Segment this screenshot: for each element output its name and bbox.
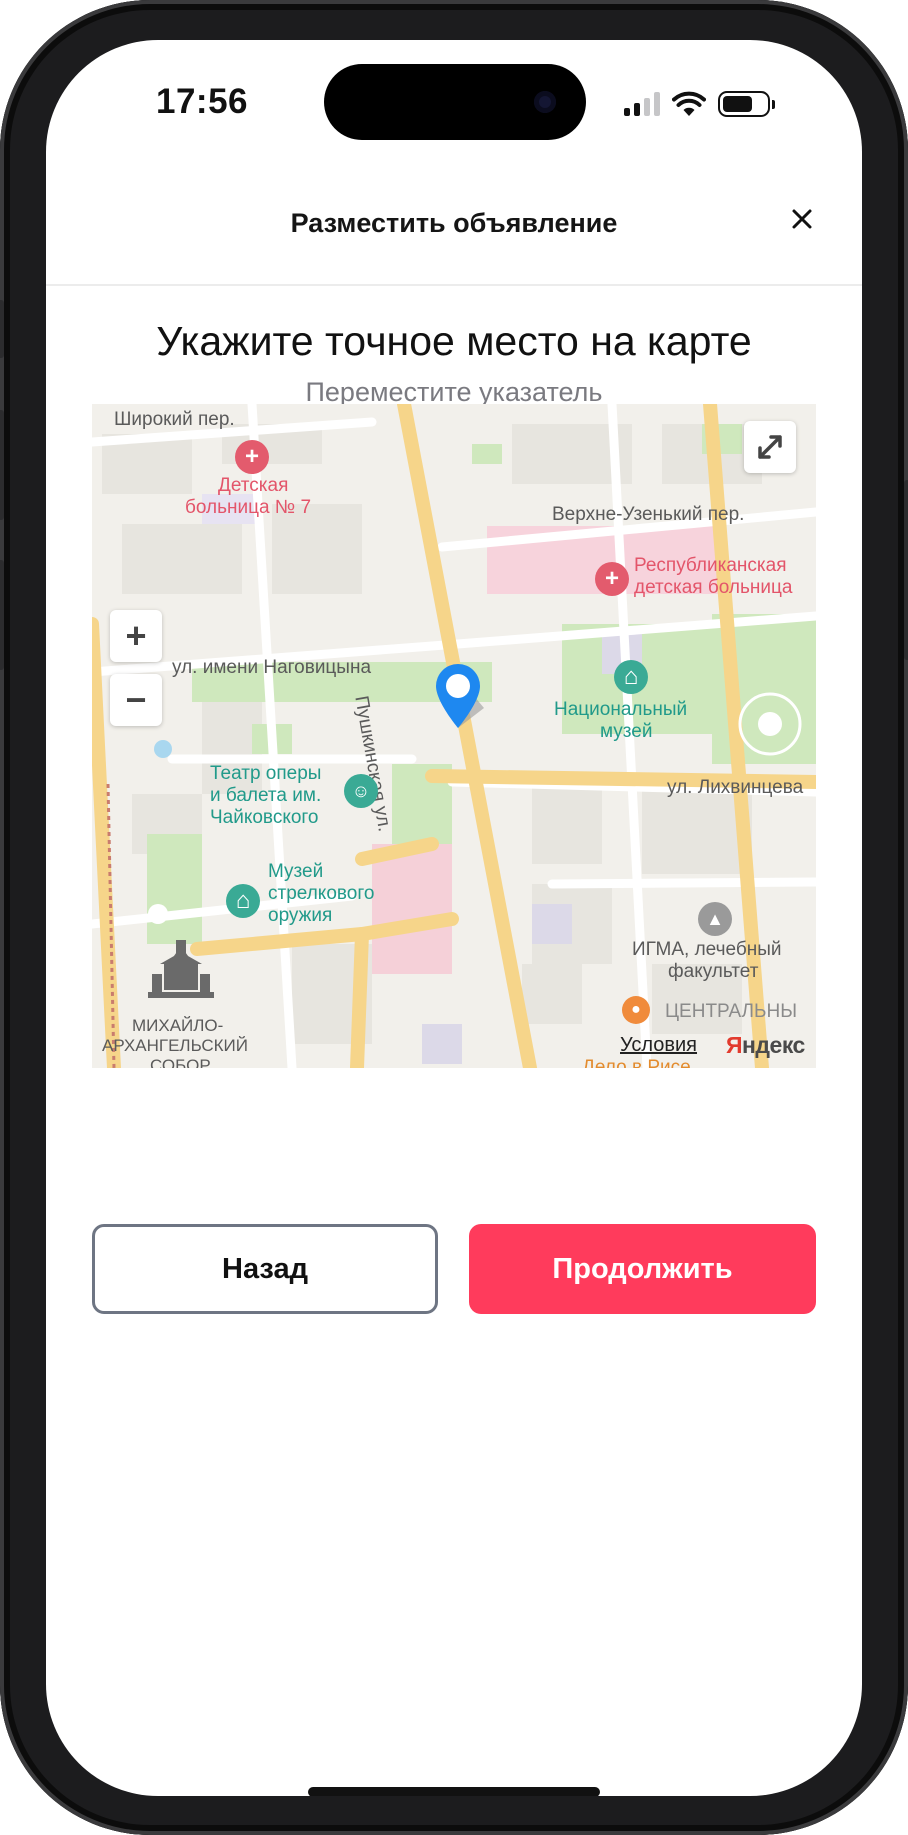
page-title: Разместить объявление <box>290 208 618 238</box>
place-label: факультет <box>668 961 759 982</box>
fullscreen-button[interactable] <box>744 421 796 473</box>
cellular-signal-icon <box>624 92 660 116</box>
yandex-logo: Яндекс <box>726 1032 805 1058</box>
place-label: Чайковского <box>210 807 319 828</box>
action-button <box>0 300 4 358</box>
volume-down-button <box>0 560 4 670</box>
place-label: ИГМА, лечебный <box>632 939 782 960</box>
back-button[interactable]: Назад <box>92 1224 438 1314</box>
street-label: Верхне-Узенький пер. <box>552 504 745 525</box>
place-label: больница № 7 <box>185 497 312 518</box>
place-label: музей <box>600 721 653 742</box>
cathedral-icon <box>148 940 214 998</box>
instruction-title: Укажите точное место на карте <box>156 318 752 364</box>
place-label: Музей <box>268 861 324 882</box>
place-label: и балета им. <box>210 785 322 806</box>
place-label: стрелкового <box>268 883 375 904</box>
place-label: Национальный <box>554 699 688 720</box>
location-marker-icon[interactable] <box>428 658 488 738</box>
hospital-icon: + <box>235 440 269 474</box>
dynamic-island <box>324 64 586 140</box>
place-label: Дело в Рисе <box>582 1057 691 1068</box>
place-label: детская больница <box>634 577 793 598</box>
place-label: оружия <box>268 905 333 926</box>
header-divider <box>46 284 862 286</box>
power-button <box>904 480 908 660</box>
zoom-in-button[interactable]: + <box>110 610 162 662</box>
close-button[interactable] <box>781 198 823 240</box>
close-icon <box>792 209 812 229</box>
screen: 17:56 Разместить объявление Укажите точн… <box>46 40 862 1796</box>
wifi-icon <box>672 91 706 116</box>
map-view[interactable]: Широкий пер. Верхне-Узенький пер. ул. им… <box>92 404 816 1068</box>
place-label: Театр оперы <box>210 763 322 784</box>
zoom-out-button[interactable]: − <box>110 674 162 726</box>
street-label: Широкий пер. <box>114 409 235 430</box>
museum-icon: ⌂ <box>226 884 260 918</box>
university-icon: ▲ <box>698 902 732 936</box>
expand-icon <box>758 435 782 459</box>
volume-up-button <box>0 410 4 520</box>
place-label: Детская <box>218 475 289 496</box>
place-label: Республиканская <box>634 555 787 576</box>
phone-frame: 17:56 Разместить объявление Укажите точн… <box>0 0 908 1835</box>
battery-icon <box>718 91 775 117</box>
place-label: ЦЕНТРАЛЬНЫ <box>665 1001 798 1022</box>
place-icon: ● <box>622 996 650 1024</box>
terms-link[interactable]: Условия <box>620 1034 697 1057</box>
street-label: ул. Лихвинцева <box>667 777 804 798</box>
hospital-icon: + <box>595 562 629 596</box>
continue-button[interactable]: Продолжить <box>469 1224 816 1314</box>
street-label: ул. имени Наговицына <box>172 657 372 678</box>
place-label: СОБОР <box>150 1056 211 1068</box>
theatre-icon: ☺ <box>344 774 378 808</box>
status-time: 17:56 <box>156 82 249 121</box>
status-icons <box>624 88 775 120</box>
camera-icon <box>534 91 556 113</box>
museum-icon: ⌂ <box>614 660 648 694</box>
home-indicator[interactable] <box>308 1787 600 1796</box>
